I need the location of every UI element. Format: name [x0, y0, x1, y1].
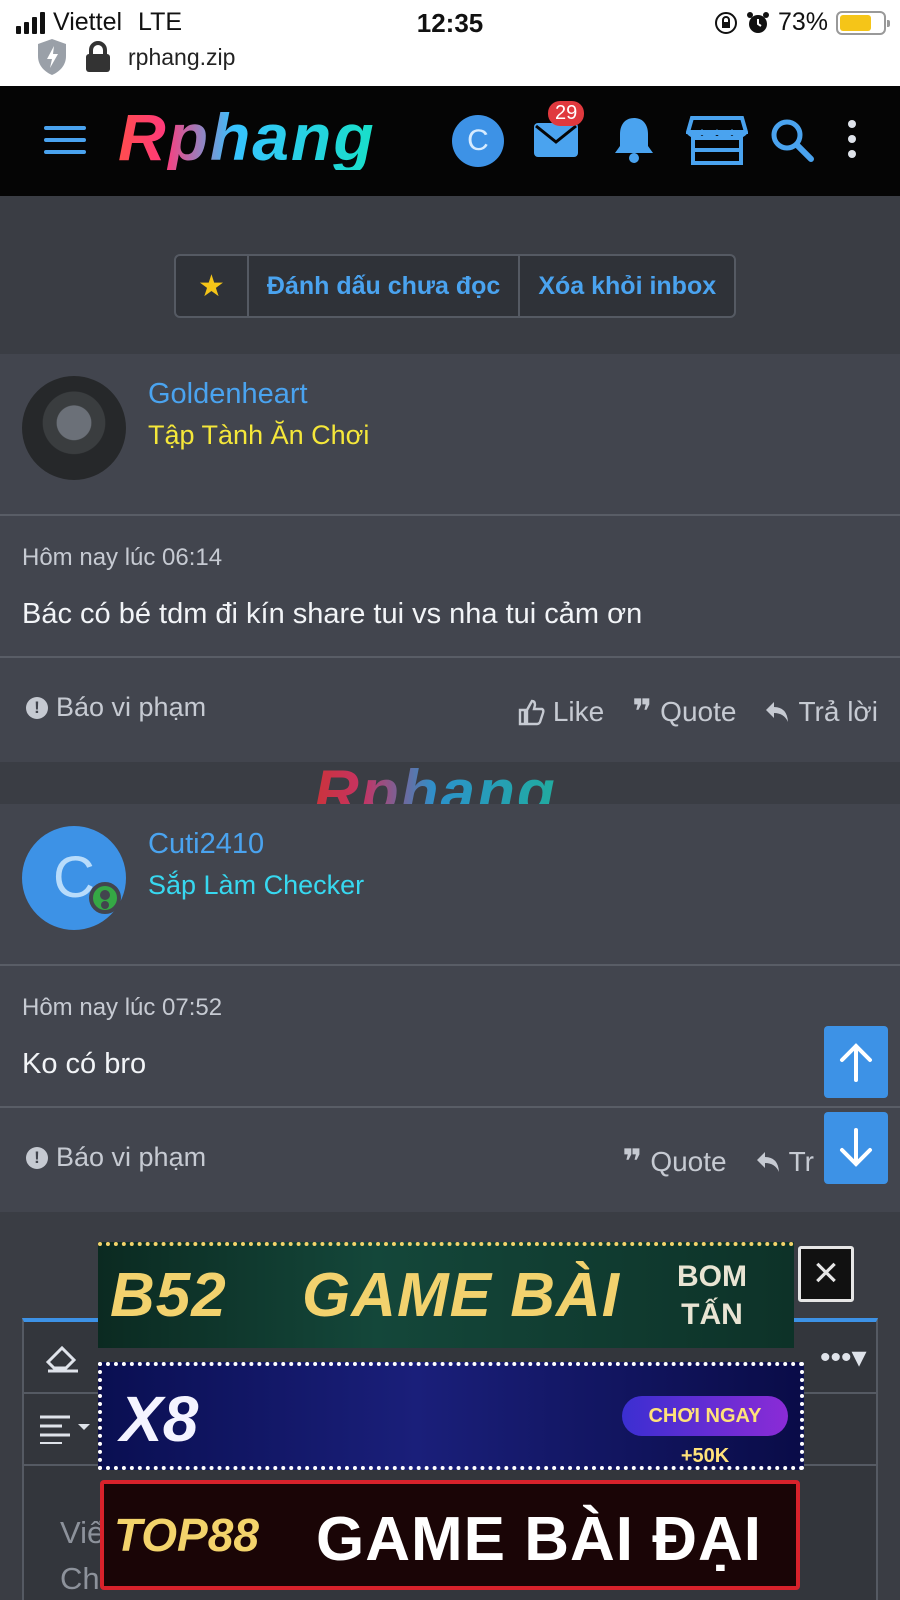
ad-b52-brand: B52	[110, 1261, 227, 1330]
status-right: 73%	[714, 8, 890, 37]
placeholder-line: Viế	[60, 1515, 105, 1550]
message-post: C Cuti2410 Sắp Làm Checker Hôm nay lúc 0…	[0, 804, 900, 1212]
online-status-icon	[89, 882, 121, 914]
avatar[interactable]: C	[22, 826, 126, 930]
mail-icon[interactable]	[533, 122, 579, 158]
like-label: Like	[552, 696, 605, 727]
align-icon[interactable]	[40, 1414, 96, 1444]
quote-label: Quote	[650, 1146, 727, 1177]
post-header: Goldenheart Tập Tành Ăn Chơi	[0, 354, 900, 516]
close-ad-button[interactable]: ×	[798, 1246, 854, 1302]
report-button[interactable]: ! Báo vi phạm	[26, 1142, 206, 1173]
quote-icon: ❞	[622, 1143, 643, 1181]
post-header: C Cuti2410 Sắp Làm Checker	[0, 804, 900, 966]
battery-icon	[836, 10, 890, 35]
remove-inbox-button[interactable]: Xóa khỏi inbox	[520, 256, 734, 316]
bell-icon[interactable]	[612, 114, 656, 164]
post-body: Hôm nay lúc 07:52 Ko có bro	[0, 966, 900, 1108]
lock-icon	[86, 41, 110, 72]
alarm-icon	[746, 11, 769, 33]
message-post: Goldenheart Tập Tành Ăn Chơi Hôm nay lúc…	[0, 354, 900, 762]
post-date[interactable]: Hôm nay lúc 06:14	[22, 544, 222, 572]
quote-button[interactable]: ❞ Quote	[632, 693, 737, 731]
site-logo[interactable]: Rphang	[118, 104, 376, 170]
arrow-down-icon	[840, 1128, 872, 1167]
username-link[interactable]: Goldenheart	[148, 378, 308, 411]
ad-b52-side: BOM TẤN	[632, 1258, 792, 1334]
mail-badge: 29	[548, 101, 585, 126]
report-label: Báo vi phạm	[56, 1142, 207, 1172]
store-icon[interactable]	[686, 114, 748, 166]
placeholder-line: Ch	[60, 1561, 100, 1596]
quote-icon: ❞	[632, 693, 653, 731]
site-header: Rphang C 29	[0, 86, 900, 196]
ad-banner-b52[interactable]: B52 GAME BÀI BOM TẤN	[98, 1242, 794, 1348]
reply-icon	[766, 702, 789, 722]
scroll-up-button[interactable]	[824, 1026, 888, 1098]
report-button[interactable]: ! Báo vi phạm	[26, 692, 206, 723]
shield-icon	[38, 39, 66, 75]
reply-label: Tr	[788, 1146, 814, 1177]
search-icon[interactable]	[770, 118, 814, 162]
editor-placeholder[interactable]: Viế Ch	[60, 1510, 104, 1600]
alert-icon: !	[26, 696, 48, 719]
more-options-icon[interactable]	[848, 120, 856, 165]
url-bar[interactable]: rphang.zip	[36, 38, 235, 76]
user-title: Tập Tành Ăn Chơi	[148, 420, 370, 450]
ad-top88-headline: GAME BÀI ĐẠI GIA	[316, 1505, 762, 1586]
alert-icon: !	[26, 1146, 48, 1169]
star-button[interactable]: ★	[176, 256, 249, 316]
mark-unread-button[interactable]: Đánh dấu chưa đọc	[249, 256, 521, 316]
rotation-lock-icon	[714, 11, 737, 34]
post-text: Bác có bé tdm đi kín share tui vs nha tu…	[22, 598, 643, 630]
status-bar: Viettel LTE 12:35 73% rphang.zip	[0, 0, 900, 86]
reply-icon	[756, 1152, 779, 1172]
thumbs-up-icon	[518, 699, 545, 726]
post-body: Hôm nay lúc 06:14 Bác có bé tdm đi kín s…	[0, 516, 900, 658]
reply-button[interactable]: Tr	[755, 1146, 814, 1178]
post-footer: ! Báo vi phạm ❞ Quote Tr	[0, 1108, 900, 1212]
eraser-icon[interactable]	[44, 1340, 82, 1374]
arrow-up-icon	[840, 1043, 872, 1082]
conversation-action-bar: ★ Đánh dấu chưa đọc Xóa khỏi inbox	[174, 254, 737, 318]
ad-x8-cta[interactable]: CHƠI NGAY +50K	[622, 1396, 788, 1466]
username-link[interactable]: Cuti2410	[148, 828, 264, 861]
avatar[interactable]	[22, 376, 126, 480]
scroll-down-button[interactable]	[824, 1112, 888, 1184]
ad-b52-headline: GAME BÀI	[302, 1261, 620, 1330]
battery-percent: 73%	[777, 8, 828, 36]
reply-button[interactable]: Trả lời	[764, 696, 878, 728]
menu-icon[interactable]	[44, 126, 86, 162]
ad-x8-brand: X8	[120, 1383, 199, 1455]
like-button[interactable]: Like	[517, 696, 604, 728]
more-tools-icon[interactable]: •••▾	[820, 1340, 867, 1375]
post-text: Ko có bro	[22, 1048, 147, 1080]
post-actions: ❞ Quote Tr	[622, 1143, 814, 1181]
post-date[interactable]: Hôm nay lúc 07:52	[22, 994, 222, 1022]
ad-top88-brand: TOP88	[114, 1509, 259, 1561]
quote-button[interactable]: ❞ Quote	[622, 1143, 727, 1181]
ad-b52-side-line: TẤN	[681, 1298, 743, 1331]
quote-label: Quote	[660, 696, 737, 727]
post-footer: ! Báo vi phạm Like ❞ Quote Trả lời	[0, 658, 900, 762]
ad-b52-side-line: BOM	[677, 1260, 747, 1293]
report-label: Báo vi phạm	[56, 692, 207, 722]
user-title: Sắp Làm Checker	[148, 870, 365, 900]
ad-banner-x8[interactable]: X8 CHƠI NGAY +50K	[98, 1362, 804, 1470]
url-text[interactable]: rphang.zip	[128, 44, 235, 71]
post-actions: Like ❞ Quote Trả lời	[517, 693, 878, 731]
user-avatar[interactable]: C	[452, 115, 504, 167]
ad-banner-top88[interactable]: TOP88 GAME BÀI ĐẠI GIA	[100, 1480, 800, 1590]
reply-label: Trả lời	[798, 696, 878, 727]
